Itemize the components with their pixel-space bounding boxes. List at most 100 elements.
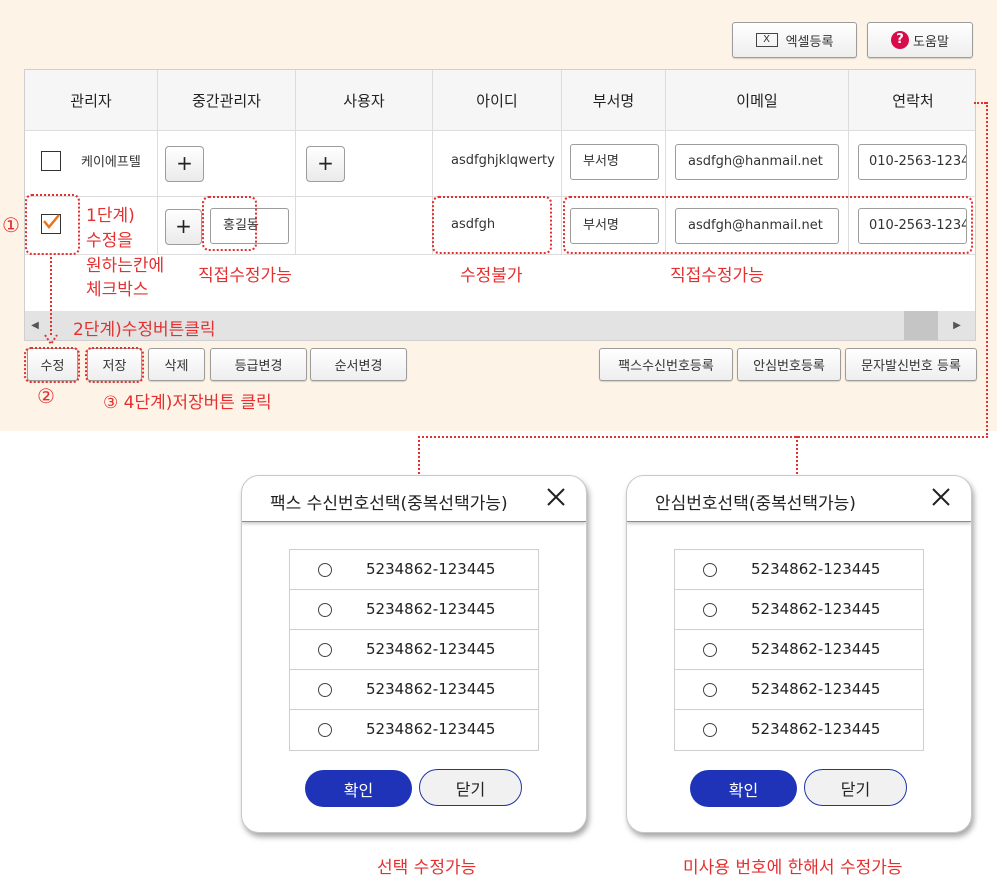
list-item[interactable]: 5234862-123445 — [290, 670, 538, 710]
row1-user-add-button[interactable]: + — [306, 146, 345, 182]
radio-button[interactable] — [318, 683, 332, 697]
connector-to-fax-dialog — [418, 436, 420, 474]
connector-right-stub — [974, 102, 986, 104]
help-icon: ? — [891, 31, 910, 49]
highlight-row2-checkbox — [25, 194, 80, 255]
safe-dialog-caption: 미사용 번호에 한해서 수정가능 — [683, 858, 903, 878]
row1-id: asdfghjklqwerty — [451, 153, 555, 168]
order-change-button[interactable]: 순서변경 — [310, 348, 407, 381]
excel-register-label: 엑셀등록 — [785, 34, 834, 50]
list-item[interactable]: 5234862-123445 — [290, 710, 538, 750]
step3-4-note: ③ 4단계)저장버튼 클릭 — [103, 393, 272, 413]
row1-mid-manager-add-button[interactable]: + — [165, 146, 204, 182]
safe-number: 5234862-123445 — [751, 720, 881, 738]
list-item[interactable]: 5234862-123445 — [290, 630, 538, 670]
list-item[interactable]: 5234862-123445 — [290, 550, 538, 590]
row1-checkbox[interactable] — [41, 151, 61, 171]
safe-number-list: 5234862-123445 5234862-123445 5234862-12… — [674, 549, 924, 751]
step2-marker: ② — [37, 384, 55, 408]
radio-button[interactable] — [703, 563, 717, 577]
fax-number-dialog: 팩스 수신번호선택(중복선택가능) 5234862-123445 5234862… — [241, 475, 587, 833]
radio-button[interactable] — [318, 643, 332, 657]
connector-step1-to-edit — [50, 257, 52, 335]
fax-dialog-caption: 선택 수정가능 — [377, 858, 477, 878]
fax-close-button[interactable]: 닫기 — [419, 769, 522, 806]
arrow-down-icon — [44, 334, 58, 346]
row1-email-input[interactable]: asdfgh@hanmail.net — [675, 144, 839, 180]
list-item[interactable]: 5234862-123445 — [675, 630, 923, 670]
scroll-thumb[interactable] — [904, 311, 938, 340]
excel-register-button[interactable]: X 엑셀등록 — [732, 22, 857, 58]
fax-number: 5234862-123445 — [366, 640, 496, 658]
list-item[interactable]: 5234862-123445 — [675, 710, 923, 750]
row2-mid-manager-add-button[interactable]: + — [165, 209, 202, 245]
highlight-edit-button — [24, 347, 80, 383]
radio-button[interactable] — [703, 723, 717, 737]
step1-marker: ① — [2, 213, 20, 237]
list-item[interactable]: 5234862-123445 — [675, 670, 923, 710]
excel-icon: X — [755, 33, 778, 47]
highlight-editable-fields — [563, 196, 973, 254]
help-button[interactable]: ? 도움말 — [867, 22, 973, 58]
step1-line2: 수정을 — [86, 231, 133, 251]
step1-line4: 체크박스 — [86, 280, 149, 300]
connector-right-down — [986, 102, 988, 438]
header-manager: 관리자 — [25, 70, 157, 130]
radio-button[interactable] — [318, 603, 332, 617]
safe-number-dialog: 안심번호선택(중복선택가능) 5234862-123445 5234862-12… — [626, 475, 972, 833]
safe-number-register-button[interactable]: 안심번호등록 — [737, 348, 841, 381]
list-item[interactable]: 5234862-123445 — [675, 590, 923, 630]
list-item[interactable]: 5234862-123445 — [675, 550, 923, 590]
header-id: 아이디 — [433, 70, 561, 130]
scroll-left-icon[interactable]: ◀ — [25, 311, 45, 340]
fax-confirm-button[interactable]: 확인 — [305, 770, 412, 807]
radio-button[interactable] — [703, 603, 717, 617]
row1-manager: 케이에프텔 — [81, 155, 141, 170]
direct-edit-note-right: 직접수정가능 — [670, 266, 764, 286]
header-email: 이메일 — [666, 70, 848, 130]
safe-confirm-button[interactable]: 확인 — [690, 770, 797, 807]
direct-edit-note-left: 직접수정가능 — [198, 266, 292, 286]
safe-number: 5234862-123445 — [751, 640, 881, 658]
highlight-save-button — [85, 347, 144, 383]
radio-button[interactable] — [703, 643, 717, 657]
safe-dialog-title: 안심번호선택(중복선택가능) — [655, 494, 856, 514]
header-mid-manager: 중간관리자 — [158, 70, 295, 130]
safe-number: 5234862-123445 — [751, 680, 881, 698]
list-item[interactable]: 5234862-123445 — [290, 590, 538, 630]
connector-bottom — [418, 436, 988, 438]
close-icon[interactable] — [544, 485, 568, 509]
radio-button[interactable] — [318, 723, 332, 737]
step1-line3: 원하는칸에 — [86, 256, 165, 276]
sms-number-register-button[interactable]: 문자발신번호 등록 — [845, 348, 977, 381]
fax-dialog-header: 팩스 수신번호선택(중복선택가능) — [242, 476, 586, 522]
safe-number: 5234862-123445 — [751, 560, 881, 578]
safe-dialog-header: 안심번호선택(중복선택가능) — [627, 476, 971, 522]
header-dept: 부서명 — [562, 70, 665, 130]
scroll-right-icon[interactable]: ▶ — [947, 311, 967, 340]
grade-change-button[interactable]: 등급변경 — [210, 348, 307, 381]
safe-number: 5234862-123445 — [751, 600, 881, 618]
fax-number: 5234862-123445 — [366, 720, 496, 738]
row1-phone-input[interactable]: 010-2563-1234 — [858, 144, 967, 180]
header-phone: 연락처 — [849, 70, 975, 130]
connector-to-safe-dialog — [796, 436, 798, 474]
highlight-id — [432, 196, 552, 254]
step2-note: 2단계)수정버튼클릭 — [73, 320, 216, 340]
close-icon[interactable] — [929, 485, 953, 509]
fax-number: 5234862-123445 — [366, 560, 496, 578]
fax-number-list: 5234862-123445 5234862-123445 5234862-12… — [289, 549, 539, 751]
highlight-mid-manager — [202, 196, 257, 251]
fax-dialog-title: 팩스 수신번호선택(중복선택가능) — [270, 494, 508, 514]
row1-dept-input[interactable]: 부서명 — [570, 144, 659, 180]
delete-button[interactable]: 삭제 — [148, 348, 205, 381]
fax-register-button[interactable]: 팩스수신번호등록 — [599, 348, 733, 381]
header-user: 사용자 — [296, 70, 432, 130]
fax-number: 5234862-123445 — [366, 600, 496, 618]
safe-close-button[interactable]: 닫기 — [804, 769, 907, 806]
step1-line1: 1단계) — [86, 206, 135, 226]
radio-button[interactable] — [318, 563, 332, 577]
radio-button[interactable] — [703, 683, 717, 697]
help-label: 도움말 — [913, 34, 949, 50]
fax-number: 5234862-123445 — [366, 680, 496, 698]
